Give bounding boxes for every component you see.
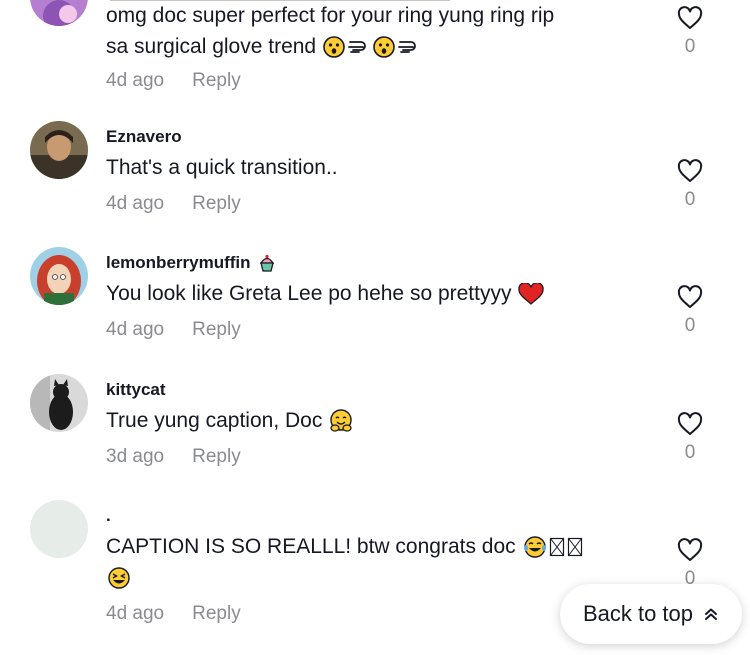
laughing-face-emoji xyxy=(107,566,131,590)
comment-time: 4d ago xyxy=(106,193,165,214)
dashing-away-emoji xyxy=(397,36,421,58)
reply-button[interactable]: Reply xyxy=(192,319,241,341)
comment-time: 4d ago xyxy=(106,319,165,340)
dashing-away-emoji xyxy=(347,36,371,58)
avatar-image xyxy=(30,0,88,26)
reply-button[interactable]: Reply xyxy=(192,603,241,625)
comment-time: 3d ago xyxy=(106,446,165,467)
avatar[interactable] xyxy=(30,500,88,558)
avatar[interactable] xyxy=(30,121,88,179)
comment-username[interactable]: kittycat xyxy=(106,380,166,400)
like-button[interactable]: 0 xyxy=(676,285,704,337)
reply-button[interactable]: Reply xyxy=(192,70,241,92)
astonished-face-emoji xyxy=(373,36,395,59)
cupcake-emoji xyxy=(257,253,277,273)
reply-button[interactable]: Reply xyxy=(192,193,241,215)
avatar-image xyxy=(30,121,88,179)
hugging-face-emoji xyxy=(329,409,353,433)
like-count: 0 xyxy=(684,442,696,463)
tears-of-joy-emoji xyxy=(523,536,547,559)
comment-text: You look like Greta Lee po hehe so prett… xyxy=(106,278,626,309)
comment-username[interactable]: Eznavero xyxy=(106,127,182,147)
like-button[interactable]: 0 xyxy=(676,159,704,211)
comment-username[interactable]: lemonberrymuffin xyxy=(106,253,277,273)
heart-icon xyxy=(677,538,703,561)
astonished-face-emoji xyxy=(323,36,345,59)
avatar[interactable] xyxy=(30,374,88,432)
like-button[interactable]: 0 xyxy=(676,412,704,464)
like-button[interactable]: 0 xyxy=(676,538,704,590)
double-chevron-up-icon xyxy=(703,606,719,622)
avatar-image xyxy=(30,374,88,432)
like-button[interactable]: 0 xyxy=(676,6,704,58)
like-count: 0 xyxy=(684,36,696,57)
avatar[interactable] xyxy=(30,247,88,305)
comment-text: CAPTION IS SO REALLL! btw congrats doc xyxy=(106,531,626,593)
comment-text: True yung caption, Doc xyxy=(106,405,626,436)
missing-glyph xyxy=(567,536,583,558)
back-to-top-button[interactable]: Back to top xyxy=(560,584,742,644)
avatar-image xyxy=(30,247,88,305)
like-count: 0 xyxy=(684,315,696,336)
reply-button[interactable]: Reply xyxy=(192,446,241,468)
comment-time: 4d ago xyxy=(106,70,165,91)
heart-icon xyxy=(677,285,703,308)
comment-meta: 4d ago Reply xyxy=(106,319,241,341)
avatar[interactable] xyxy=(30,0,88,26)
comment-meta: 4d ago Reply xyxy=(106,70,241,92)
back-to-top-label: Back to top xyxy=(582,601,694,626)
comment-username[interactable]: . xyxy=(106,506,111,526)
missing-glyph xyxy=(549,536,565,558)
like-count: 0 xyxy=(684,189,696,210)
heart-icon xyxy=(677,159,703,182)
comment-meta: 3d ago Reply xyxy=(106,446,241,468)
comment-text: That's a quick transition.. xyxy=(106,156,338,179)
comment-text: omg doc super perfect for your ring yung… xyxy=(106,4,555,59)
comment-time: 4d ago xyxy=(106,603,165,624)
avatar-image xyxy=(30,500,88,558)
heart-icon xyxy=(677,6,703,29)
comment-meta: 4d ago Reply xyxy=(106,603,241,625)
red-heart-emoji xyxy=(518,283,545,306)
comment-meta: 4d ago Reply xyxy=(106,193,241,215)
heart-icon xyxy=(677,412,703,435)
